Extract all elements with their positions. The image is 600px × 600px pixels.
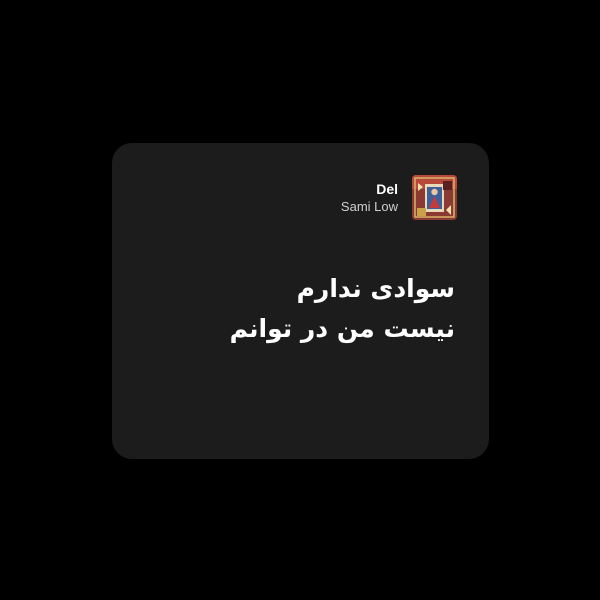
track-artist: Sami Low xyxy=(340,198,398,214)
lyrics-line: نیست من در توانم xyxy=(229,314,455,343)
track-header: Del Sami Low xyxy=(341,175,457,220)
lyrics-text: سوادی ندارم نیست من در توانم xyxy=(135,269,455,349)
lyrics-line: سوادی ندارم xyxy=(296,274,455,303)
track-title: Del xyxy=(376,180,398,197)
lyrics-share-card: Del Sami Low سوادی ندارم نیست من در توان… xyxy=(112,143,489,459)
track-meta: Del Sami Low xyxy=(341,180,398,216)
album-cover-icon xyxy=(412,175,457,220)
